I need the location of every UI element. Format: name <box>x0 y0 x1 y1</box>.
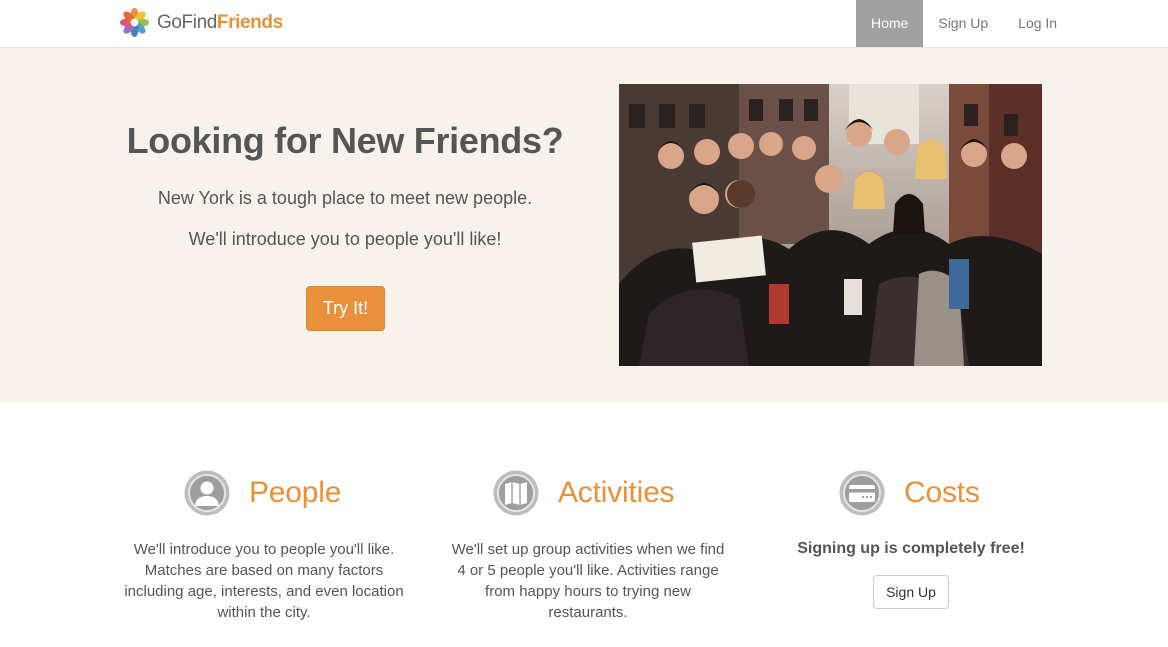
navbar: GoFindFriends Home Sign Up Log In <box>0 0 1168 48</box>
hero-title: Looking for New Friends? <box>126 120 564 161</box>
person-icon <box>184 470 230 516</box>
feature-people-text: We'll introduce you to people you'll lik… <box>124 541 404 621</box>
nav-home-link[interactable]: Home <box>856 0 924 47</box>
feature-activities-text: We'll set up group activities when we fi… <box>451 541 725 621</box>
feature-people-header: People <box>184 470 341 516</box>
costs-signup-button[interactable]: Sign Up <box>873 575 949 609</box>
feature-costs-text: Signing up is completely free! <box>797 540 1025 557</box>
group-of-friends-photo <box>619 84 1042 366</box>
map-icon <box>493 470 539 516</box>
feature-activities-header: Activities <box>493 470 675 516</box>
hero-subtitle-2: We'll introduce you to people you'll lik… <box>188 229 502 249</box>
feature-activities-title: Activities <box>558 476 675 509</box>
hero-section: Looking for New Friends? New York is a t… <box>0 48 1168 402</box>
feature-costs-header: Costs <box>839 470 980 516</box>
credit-card-icon <box>839 470 885 516</box>
hero-subtitle-1: New York is a tough place to meet new pe… <box>157 188 533 208</box>
brand-name-part1: GoFind <box>157 11 217 33</box>
brand-link[interactable]: GoFindFriends <box>119 7 283 38</box>
flower-logo-icon <box>119 7 150 38</box>
nav-menu: Home Sign Up Log In <box>856 0 1072 47</box>
nav-signup-link[interactable]: Sign Up <box>923 0 1003 47</box>
try-it-button[interactable]: Try It! <box>306 286 385 331</box>
brand-name: GoFindFriends <box>157 12 283 34</box>
nav-login-link[interactable]: Log In <box>1003 0 1072 47</box>
feature-people-title: People <box>249 476 342 509</box>
feature-costs-title: Costs <box>904 476 980 509</box>
brand-name-part2: Friends <box>216 11 283 33</box>
